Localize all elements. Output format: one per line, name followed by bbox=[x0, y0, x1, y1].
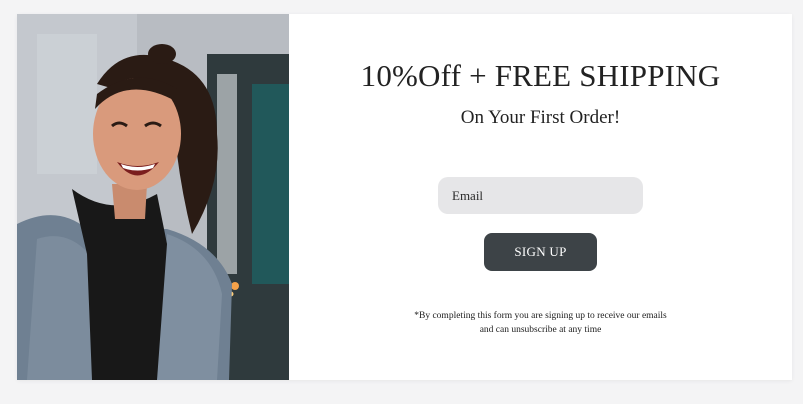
disclaimer: *By completing this form you are signing… bbox=[289, 309, 792, 337]
disclaimer-line-2: and can unsubscribe at any time bbox=[479, 325, 602, 335]
sign-up-button[interactable]: SIGN UP bbox=[484, 233, 597, 271]
offer-headline: 10%Off + FREE SHIPPING bbox=[360, 58, 721, 93]
email-input[interactable] bbox=[438, 177, 643, 214]
hero-image bbox=[17, 14, 289, 380]
offer-subhead: On Your First Order! bbox=[460, 107, 621, 128]
disclaimer-line-1: *By completing this form you are signing… bbox=[414, 311, 667, 321]
popup-content: 10%Off + FREE SHIPPING On Your First Ord… bbox=[289, 14, 792, 380]
signup-popup: 10%Off + FREE SHIPPING On Your First Ord… bbox=[17, 14, 792, 380]
